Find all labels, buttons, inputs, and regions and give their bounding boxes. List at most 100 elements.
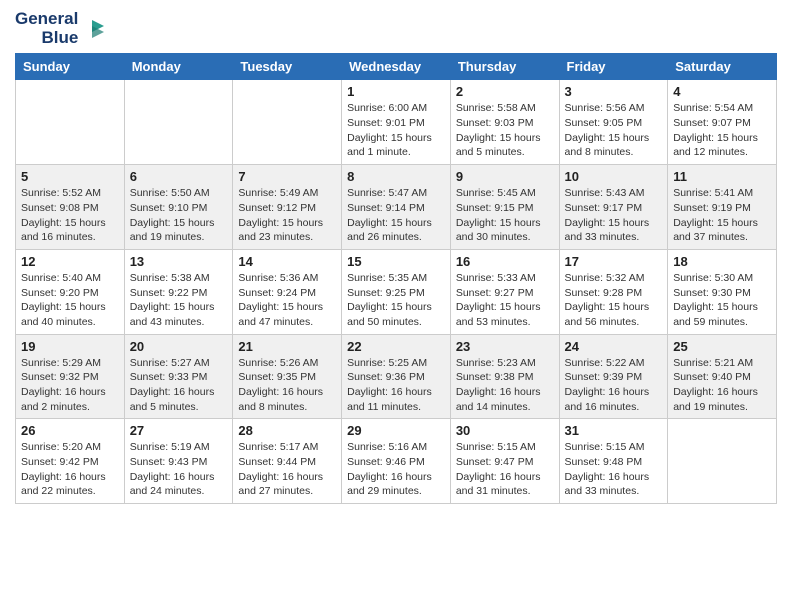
day-info: Sunrise: 5:40 AM Sunset: 9:20 PM Dayligh… — [21, 271, 119, 330]
day-info: Sunrise: 6:00 AM Sunset: 9:01 PM Dayligh… — [347, 101, 445, 160]
day-number: 7 — [238, 169, 336, 184]
calendar-cell: 31Sunrise: 5:15 AM Sunset: 9:48 PM Dayli… — [559, 419, 668, 504]
day-info: Sunrise: 5:19 AM Sunset: 9:43 PM Dayligh… — [130, 440, 228, 499]
calendar-cell: 20Sunrise: 5:27 AM Sunset: 9:33 PM Dayli… — [124, 334, 233, 419]
day-info: Sunrise: 5:41 AM Sunset: 9:19 PM Dayligh… — [673, 186, 771, 245]
calendar-cell: 7 Sunrise: 5:49 AM Sunset: 9:12 PM Daylig… — [233, 165, 342, 250]
calendar-cell: 18Sunrise: 5:30 AM Sunset: 9:30 PM Dayli… — [668, 249, 777, 334]
day-number: 21 — [238, 339, 336, 354]
logo-text: General Blue — [15, 10, 104, 47]
calendar-cell: 28 Sunrise: 5:17 AM Sunset: 9:44 PM Dayli… — [233, 419, 342, 504]
day-number: 3 — [565, 84, 663, 99]
day-number: 5 — [21, 169, 119, 184]
calendar-cell: 30 Sunrise: 5:15 AM Sunset: 9:47 PM Dayli… — [450, 419, 559, 504]
day-info: Sunrise: 5:38 AM Sunset: 9:22 PM Dayligh… — [130, 271, 228, 330]
day-number: 19 — [21, 339, 119, 354]
day-info: Sunrise: 5:22 AM Sunset: 9:39 PM Dayligh… — [565, 356, 663, 415]
calendar-cell: 4 Sunrise: 5:54 AM Sunset: 9:07 PM Daylig… — [668, 80, 777, 165]
day-number: 23 — [456, 339, 554, 354]
day-info: Sunrise: 5:58 AM Sunset: 9:03 PM Dayligh… — [456, 101, 554, 160]
calendar-cell: 11 Sunrise: 5:41 AM Sunset: 9:19 PM Dayli… — [668, 165, 777, 250]
logo-arrow-icon — [82, 18, 104, 40]
day-number: 4 — [673, 84, 771, 99]
calendar-cell: 16 Sunrise: 5:33 AM Sunset: 9:27 PM Dayli… — [450, 249, 559, 334]
day-info: Sunrise: 5:25 AM Sunset: 9:36 PM Dayligh… — [347, 356, 445, 415]
day-number: 15 — [347, 254, 445, 269]
calendar-cell — [233, 80, 342, 165]
day-info: Sunrise: 5:56 AM Sunset: 9:05 PM Dayligh… — [565, 101, 663, 160]
day-info: Sunrise: 5:17 AM Sunset: 9:44 PM Dayligh… — [238, 440, 336, 499]
day-number: 24 — [565, 339, 663, 354]
day-info: Sunrise: 5:36 AM Sunset: 9:24 PM Dayligh… — [238, 271, 336, 330]
day-number: 12 — [21, 254, 119, 269]
day-info: Sunrise: 5:33 AM Sunset: 9:27 PM Dayligh… — [456, 271, 554, 330]
calendar-cell — [668, 419, 777, 504]
calendar-cell: 10 Sunrise: 5:43 AM Sunset: 9:17 PM Dayli… — [559, 165, 668, 250]
day-number: 22 — [347, 339, 445, 354]
calendar-cell: 27 Sunrise: 5:19 AM Sunset: 9:43 PM Dayli… — [124, 419, 233, 504]
calendar-cell — [124, 80, 233, 165]
calendar-cell: 6Sunrise: 5:50 AM Sunset: 9:10 PM Daylig… — [124, 165, 233, 250]
calendar-cell: 2 Sunrise: 5:58 AM Sunset: 9:03 PM Daylig… — [450, 80, 559, 165]
calendar-cell: 9Sunrise: 5:45 AM Sunset: 9:15 PM Daylig… — [450, 165, 559, 250]
day-number: 27 — [130, 423, 228, 438]
calendar-cell: 29Sunrise: 5:16 AM Sunset: 9:46 PM Dayli… — [342, 419, 451, 504]
weekday-header-tuesday: Tuesday — [233, 54, 342, 80]
day-number: 14 — [238, 254, 336, 269]
calendar-cell: 5 Sunrise: 5:52 AM Sunset: 9:08 PM Daylig… — [16, 165, 125, 250]
day-number: 30 — [456, 423, 554, 438]
calendar-week-row: 5 Sunrise: 5:52 AM Sunset: 9:08 PM Daylig… — [16, 165, 777, 250]
day-info: Sunrise: 5:15 AM Sunset: 9:48 PM Dayligh… — [565, 440, 663, 499]
day-number: 25 — [673, 339, 771, 354]
day-number: 28 — [238, 423, 336, 438]
calendar-cell: 24 Sunrise: 5:22 AM Sunset: 9:39 PM Dayli… — [559, 334, 668, 419]
calendar-cell: 17 Sunrise: 5:32 AM Sunset: 9:28 PM Dayli… — [559, 249, 668, 334]
day-info: Sunrise: 5:20 AM Sunset: 9:42 PM Dayligh… — [21, 440, 119, 499]
calendar-week-row: 19Sunrise: 5:29 AM Sunset: 9:32 PM Dayli… — [16, 334, 777, 419]
day-info: Sunrise: 5:47 AM Sunset: 9:14 PM Dayligh… — [347, 186, 445, 245]
page-container: General Blue SundayMondayTuesdayWednesda… — [0, 0, 792, 514]
logo: General Blue — [15, 10, 104, 47]
day-number: 29 — [347, 423, 445, 438]
day-info: Sunrise: 5:45 AM Sunset: 9:15 PM Dayligh… — [456, 186, 554, 245]
weekday-header-wednesday: Wednesday — [342, 54, 451, 80]
calendar-cell: 19Sunrise: 5:29 AM Sunset: 9:32 PM Dayli… — [16, 334, 125, 419]
day-number: 1 — [347, 84, 445, 99]
calendar-cell: 13 Sunrise: 5:38 AM Sunset: 9:22 PM Dayli… — [124, 249, 233, 334]
day-number: 2 — [456, 84, 554, 99]
day-info: Sunrise: 5:30 AM Sunset: 9:30 PM Dayligh… — [673, 271, 771, 330]
calendar-table: SundayMondayTuesdayWednesdayThursdayFrid… — [15, 53, 777, 504]
day-number: 11 — [673, 169, 771, 184]
day-number: 17 — [565, 254, 663, 269]
weekday-header-monday: Monday — [124, 54, 233, 80]
day-number: 16 — [456, 254, 554, 269]
day-number: 20 — [130, 339, 228, 354]
calendar-cell: 12 Sunrise: 5:40 AM Sunset: 9:20 PM Dayli… — [16, 249, 125, 334]
day-number: 8 — [347, 169, 445, 184]
day-info: Sunrise: 5:32 AM Sunset: 9:28 PM Dayligh… — [565, 271, 663, 330]
calendar-cell — [16, 80, 125, 165]
calendar-cell: 1 Sunrise: 6:00 AM Sunset: 9:01 PM Daylig… — [342, 80, 451, 165]
day-number: 6 — [130, 169, 228, 184]
calendar-cell: 25 Sunrise: 5:21 AM Sunset: 9:40 PM Dayli… — [668, 334, 777, 419]
day-number: 13 — [130, 254, 228, 269]
calendar-cell: 22 Sunrise: 5:25 AM Sunset: 9:36 PM Dayli… — [342, 334, 451, 419]
day-info: Sunrise: 5:54 AM Sunset: 9:07 PM Dayligh… — [673, 101, 771, 160]
day-info: Sunrise: 5:15 AM Sunset: 9:47 PM Dayligh… — [456, 440, 554, 499]
day-info: Sunrise: 5:49 AM Sunset: 9:12 PM Dayligh… — [238, 186, 336, 245]
day-info: Sunrise: 5:35 AM Sunset: 9:25 PM Dayligh… — [347, 271, 445, 330]
day-number: 26 — [21, 423, 119, 438]
weekday-header-saturday: Saturday — [668, 54, 777, 80]
calendar-cell: 26 Sunrise: 5:20 AM Sunset: 9:42 PM Dayli… — [16, 419, 125, 504]
day-info: Sunrise: 5:21 AM Sunset: 9:40 PM Dayligh… — [673, 356, 771, 415]
calendar-cell: 21 Sunrise: 5:26 AM Sunset: 9:35 PM Dayli… — [233, 334, 342, 419]
calendar-cell: 15 Sunrise: 5:35 AM Sunset: 9:25 PM Dayli… — [342, 249, 451, 334]
day-info: Sunrise: 5:43 AM Sunset: 9:17 PM Dayligh… — [565, 186, 663, 245]
header: General Blue — [15, 10, 777, 47]
day-info: Sunrise: 5:26 AM Sunset: 9:35 PM Dayligh… — [238, 356, 336, 415]
calendar-week-row: 26 Sunrise: 5:20 AM Sunset: 9:42 PM Dayli… — [16, 419, 777, 504]
day-info: Sunrise: 5:52 AM Sunset: 9:08 PM Dayligh… — [21, 186, 119, 245]
weekday-header-friday: Friday — [559, 54, 668, 80]
calendar-week-row: 12 Sunrise: 5:40 AM Sunset: 9:20 PM Dayli… — [16, 249, 777, 334]
day-number: 10 — [565, 169, 663, 184]
